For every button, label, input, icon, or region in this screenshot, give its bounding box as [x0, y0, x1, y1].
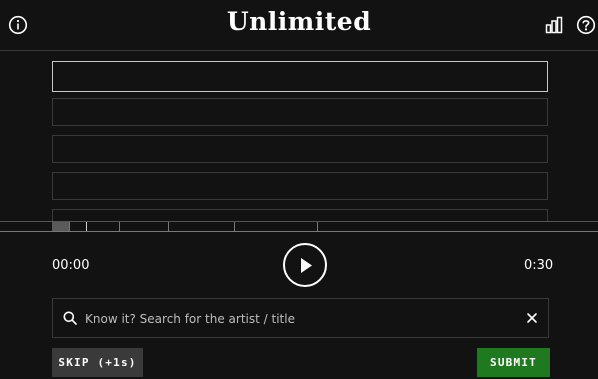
segment-marker [234, 222, 235, 231]
progress-bar[interactable] [0, 221, 598, 232]
submit-button[interactable]: SUBMIT [477, 348, 550, 377]
search-input[interactable] [83, 307, 507, 331]
guess-slot-4 [52, 172, 548, 200]
segment-marker [69, 222, 70, 231]
play-icon [301, 258, 312, 273]
guess-slot-2 [52, 98, 548, 126]
guess-slot-3 [52, 135, 548, 163]
stats-icon[interactable] [544, 15, 564, 35]
play-button[interactable] [283, 243, 327, 287]
total-time: 0:30 [524, 258, 554, 273]
search-box[interactable] [52, 298, 549, 338]
segment-marker [317, 222, 318, 231]
search-icon [63, 311, 77, 325]
guess-slot-1 [52, 61, 548, 92]
page-title: Unlimited [226, 7, 372, 36]
segment-marker [86, 222, 87, 231]
progress-fill [52, 222, 69, 231]
guess-slot-5 [52, 209, 548, 221]
current-time: 00:00 [52, 258, 90, 273]
app-header: Unlimited [0, 0, 598, 51]
skip-button[interactable]: SKIP (+1s) [52, 348, 143, 377]
close-icon[interactable] [526, 312, 538, 324]
segment-marker [119, 222, 120, 231]
segment-marker [168, 222, 169, 231]
help-icon[interactable] [576, 15, 596, 35]
